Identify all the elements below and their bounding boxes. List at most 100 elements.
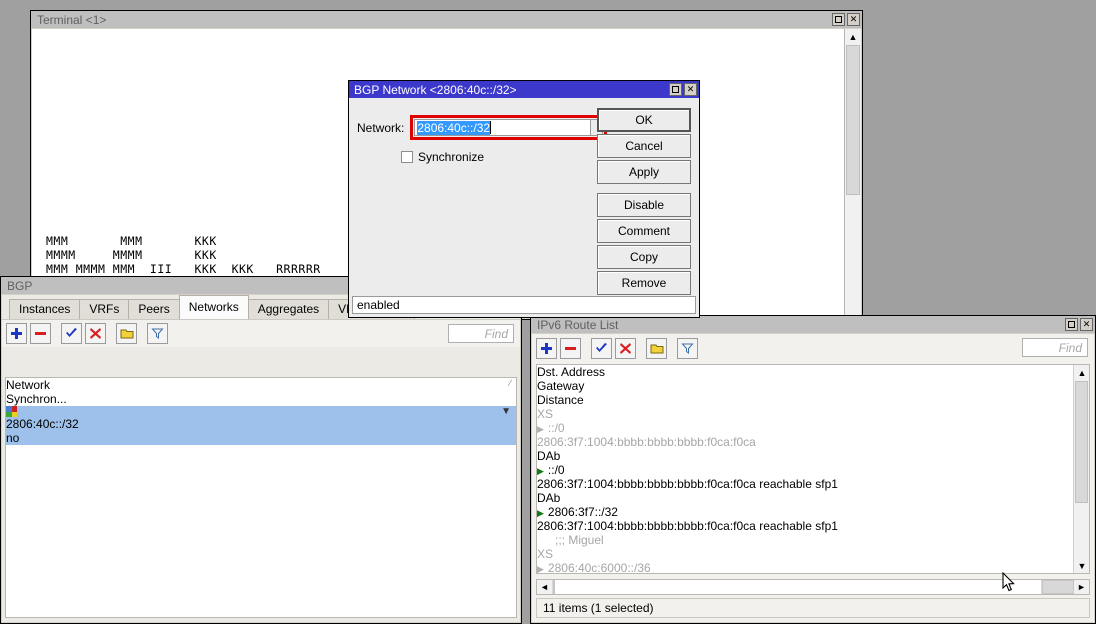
cell-network: 2806:40c::/32 — [6, 406, 171, 431]
cell-dst-address: ▶ 2806:3f7::/32 — [537, 505, 689, 519]
route-active-arrow-icon: ▶ — [537, 508, 544, 518]
scroll-right-icon[interactable]: ► — [1074, 580, 1089, 594]
route-close-button[interactable]: ✕ — [1080, 318, 1093, 331]
remove-icon[interactable] — [30, 323, 51, 344]
dialog-status-bar: enabled — [352, 296, 696, 314]
ok-button[interactable]: OK — [597, 108, 691, 132]
tab-vrfs[interactable]: VRFs — [79, 299, 129, 319]
cell-gateway: 2806:3f7:1004:bbbb:bbbb:bbbb:f0ca:f0ca — [537, 435, 839, 449]
route-titlebar[interactable]: IPv6 Route List ✕ — [531, 316, 1095, 333]
dst-address-text: ::/0 — [548, 463, 565, 477]
table-row[interactable]: DAb▶::/02806:3f7:1004:bbbb:bbbb:bbbb:f0c… — [537, 449, 1073, 491]
cell-flags: DAb — [537, 491, 573, 505]
route-table: Dst. Address∕ Gateway∕ Distance XS▶::/02… — [536, 364, 1090, 574]
tab-instances[interactable]: Instances — [9, 299, 80, 319]
dialog-maximize-button[interactable] — [669, 83, 682, 96]
add-icon[interactable] — [6, 323, 27, 344]
route-comment: ;;; Miguel — [537, 533, 1073, 547]
mouse-cursor-icon — [1002, 572, 1016, 593]
route-title: IPv6 Route List — [537, 318, 1065, 332]
network-input-value: 2806:40c::/32 — [417, 121, 490, 135]
enable-icon[interactable] — [61, 323, 82, 344]
cell-flags: XS — [537, 407, 573, 421]
column-dst-address[interactable]: Dst. Address∕ — [537, 365, 689, 379]
synchronize-row[interactable]: Synchronize — [401, 150, 484, 164]
tab-networks[interactable]: Networks — [179, 295, 249, 319]
bgp-content: Instances VRFs Peers Networks Aggregates… — [2, 295, 520, 622]
network-input[interactable]: 2806:40c::/32 — [414, 119, 590, 136]
maximize-icon — [672, 86, 679, 93]
terminal-close-button[interactable]: ✕ — [847, 13, 860, 26]
column-gateway[interactable]: Gateway∕ — [537, 379, 839, 393]
cell-flags: DAb — [537, 449, 573, 463]
dialog-titlebar[interactable]: BGP Network <2806:40c::/32> ✕ — [349, 81, 699, 98]
comment-button[interactable]: Comment — [597, 219, 691, 243]
cell-gateway: 2806:3f7:1004:bbbb:bbbb:bbbb:f0ca:f0ca r… — [537, 519, 839, 533]
bgp-find-input[interactable]: Find — [448, 324, 514, 343]
comment-icon[interactable] — [646, 338, 667, 359]
route-rows: XS▶::/02806:3f7:1004:bbbb:bbbb:bbbb:f0ca… — [537, 407, 1073, 573]
hscroll-thumb-right[interactable] — [1042, 580, 1074, 594]
sort-icon: ∕ — [509, 378, 511, 388]
disable-icon[interactable] — [85, 323, 106, 344]
cell-flags: XS — [537, 547, 573, 561]
copy-button[interactable]: Copy — [597, 245, 691, 269]
chevron-down-icon[interactable]: ▼ — [501, 406, 511, 417]
comment-icon[interactable] — [116, 323, 137, 344]
table-row[interactable]: DAb▶ 2806:3f7::/322806:3f7:1004:bbbb:bbbb… — [537, 491, 1073, 533]
dst-address-text: 2806:3f7::/32 — [548, 505, 618, 519]
filter-icon[interactable] — [147, 323, 168, 344]
synchronize-checkbox[interactable] — [401, 151, 413, 163]
table-row[interactable]: XS▶::/02806:3f7:1004:bbbb:bbbb:bbbb:f0ca… — [537, 407, 1073, 449]
column-distance[interactable]: Distance — [537, 393, 1073, 407]
text-caret — [490, 121, 491, 134]
table-row[interactable]: ;;; Miguel — [537, 533, 1073, 547]
column-synchronize[interactable]: Synchron... — [6, 392, 70, 406]
route-active-arrow-icon: ▶ — [537, 424, 544, 434]
terminal-maximize-button[interactable] — [832, 13, 845, 26]
disable-button[interactable]: Disable — [597, 193, 691, 217]
route-active-arrow-icon: ▶ — [537, 564, 544, 573]
remove-icon[interactable] — [560, 338, 581, 359]
scroll-up-icon[interactable]: ▲ — [1074, 365, 1090, 380]
cell-dst-address: ▶::/0 — [537, 463, 689, 477]
dialog-close-button[interactable]: ✕ — [684, 83, 697, 96]
filter-icon[interactable] — [677, 338, 698, 359]
add-icon[interactable] — [536, 338, 557, 359]
remove-button[interactable]: Remove — [597, 271, 691, 295]
bgp-networks-table: Network∕ Synchron... ▼ 2806:40c::/32 no — [5, 377, 517, 618]
bgp-toolbar: Find — [2, 319, 520, 347]
tab-aggregates[interactable]: Aggregates — [248, 299, 329, 319]
enable-icon[interactable] — [591, 338, 612, 359]
route-find-input[interactable]: Find — [1022, 338, 1088, 357]
apply-button[interactable]: Apply — [597, 160, 691, 184]
scroll-up-icon[interactable]: ▲ — [845, 29, 861, 44]
scroll-down-icon[interactable]: ▼ — [1074, 558, 1090, 573]
hscroll-thumb[interactable] — [553, 580, 555, 594]
dialog-form: Network: 2806:40c::/32 Synchronize — [349, 98, 597, 317]
scroll-left-icon[interactable]: ◄ — [537, 580, 552, 594]
disable-icon[interactable] — [615, 338, 636, 359]
terminal-scrollbar[interactable]: ▲ — [844, 29, 861, 318]
route-vertical-scrollbar[interactable]: ▲ ▼ — [1073, 365, 1089, 573]
route-maximize-button[interactable] — [1065, 318, 1078, 331]
cancel-button[interactable]: Cancel — [597, 134, 691, 158]
cell-gateway: 2806:3f7:1004:bbbb:bbbb:bbbb:f0ca:f0ca r… — [537, 477, 839, 491]
network-label: Network: — [357, 121, 404, 135]
terminal-titlebar[interactable]: Terminal <1> ✕ — [31, 11, 862, 28]
route-scroll-thumb[interactable] — [1075, 381, 1088, 503]
network-field-row: Network: 2806:40c::/32 — [357, 115, 607, 140]
bgp-network-icon — [6, 406, 17, 417]
terminal-scroll-thumb[interactable] — [846, 45, 860, 195]
table-row[interactable]: 2806:40c::/32 no — [6, 406, 516, 445]
bgp-network-dialog: BGP Network <2806:40c::/32> ✕ Network: 2… — [348, 80, 700, 318]
route-table-header: Dst. Address∕ Gateway∕ Distance — [537, 365, 1073, 407]
table-row[interactable]: XS▶2806:40c:6000::/362806:40c:6001::a:cc… — [537, 547, 1073, 573]
route-grid: Dst. Address∕ Gateway∕ Distance XS▶::/02… — [537, 365, 1073, 573]
route-toolbar: Find — [532, 334, 1094, 362]
cell-synchronize: no — [6, 431, 70, 445]
column-network[interactable]: Network∕ — [6, 378, 171, 392]
dst-address-text: 2806:40c:6000::/36 — [548, 561, 651, 573]
hscroll-track[interactable] — [552, 580, 1042, 594]
tab-peers[interactable]: Peers — [128, 299, 179, 319]
